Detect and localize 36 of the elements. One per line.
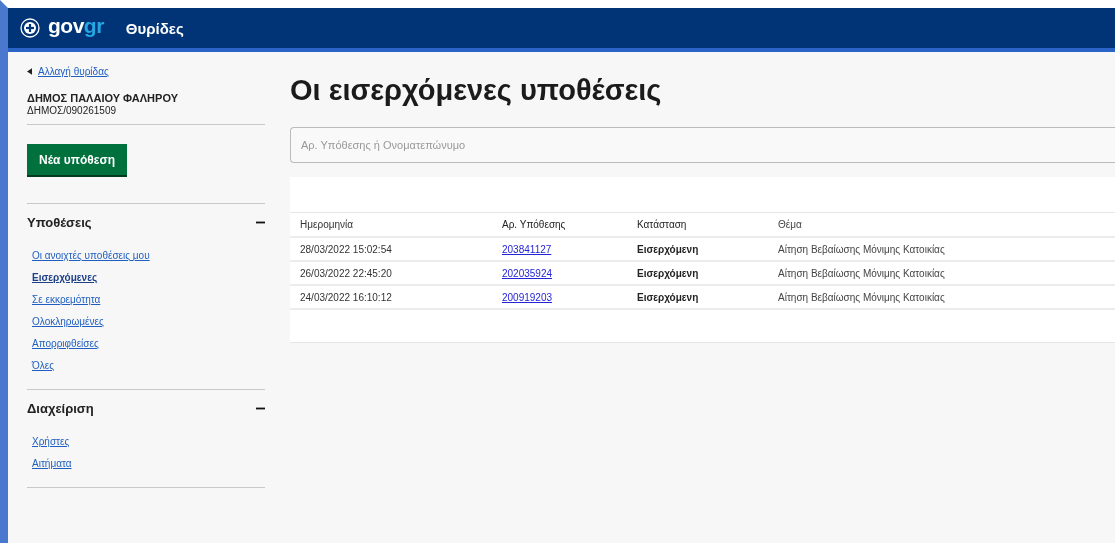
subject-cell-text: Αίτηση Βεβαίωσης Μόνιμης Κατοικίας: [778, 267, 946, 279]
status-cell-text: Εισερχόμενη: [637, 243, 700, 255]
case-number-link[interactable]: 200919203: [502, 291, 553, 303]
emblem-icon: [20, 18, 40, 38]
date-cell-text: 24/03/2022 16:10:12: [300, 291, 393, 303]
section-title: Διαχείριση: [27, 401, 94, 416]
back-arrow-icon: [27, 68, 32, 75]
new-case-button[interactable]: Νέα υπόθεση: [27, 144, 127, 177]
case-number-link[interactable]: 203841127: [502, 243, 552, 255]
sidebar-link[interactable]: Αιτήματα: [32, 458, 72, 469]
column-header: Αρ. Υπόθεσης: [502, 219, 567, 230]
column-header: Ημερομηνία: [300, 219, 355, 230]
sidebar-link[interactable]: Σε εκκρεμότητα: [32, 294, 101, 305]
subject-cell-text: Αίτηση Βεβαίωσης Μόνιμης Κατοικίας: [778, 243, 946, 255]
sidebar-link[interactable]: Ολοκληρωμένες: [32, 316, 104, 327]
status-cell-text: Εισερχόμενη: [637, 291, 700, 303]
page-title: Οι εισερχόμενες υποθέσεις: [290, 74, 663, 107]
section-title: Υποθέσεις: [27, 215, 92, 230]
change-inbox-link[interactable]: Αλλαγή θυρίδας: [38, 66, 109, 77]
column-header: Κατάσταση: [637, 219, 688, 230]
subject-cell-text: Αίτηση Βεβαίωσης Μόνιμης Κατοικίας: [778, 291, 946, 303]
sidebar-link[interactable]: Χρήστες: [32, 436, 70, 447]
sidebar-link[interactable]: Απορριφθείσες: [32, 338, 99, 349]
search-field[interactable]: Αρ. Υπόθεσης ή Ονοματεπώνυμο: [290, 127, 1115, 163]
date-cell-text: 26/03/2022 22:45:20: [300, 267, 393, 279]
date-cell-text: 28/03/2022 15:02:54: [300, 243, 393, 255]
organization-code: ΔΗΜΟΣ/090261509: [27, 105, 118, 116]
app-title: Θυρίδες: [125, 19, 184, 37]
column-header: Θέμα: [778, 219, 803, 230]
organization-name: ΔΗΜΟΣ ΠΑΛΑΙΟΥ ΦΑΛΗΡΟΥ: [27, 92, 179, 104]
status-cell-text: Εισερχόμενη: [637, 267, 700, 279]
sidebar-link[interactable]: Όλες: [32, 360, 55, 371]
sidebar-link[interactable]: Οι ανοιχτές υποθέσεις μου: [32, 250, 150, 261]
sidebar-link[interactable]: Εισερχόμενες: [32, 272, 98, 283]
case-number-link[interactable]: 202035924: [502, 267, 553, 279]
govgr-logo[interactable]: govgr: [48, 14, 104, 38]
